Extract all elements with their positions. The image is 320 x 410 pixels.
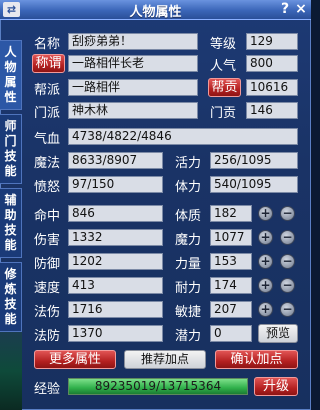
side-decoration xyxy=(0,332,22,410)
magic-power-plus-button[interactable]: + xyxy=(258,230,273,245)
title-bar[interactable]: ⇄ 人物属性 ? × xyxy=(0,0,311,20)
name-field: 刮痧弟弟！ xyxy=(68,33,198,50)
potential-label: 潜力 xyxy=(175,329,202,344)
endurance-field: 174 xyxy=(210,277,252,294)
magic-defense-label: 法防 xyxy=(34,329,61,344)
guild-label: 帮派 xyxy=(34,83,61,98)
speed-label: 速度 xyxy=(34,281,61,296)
mp-field: 8633/8907 xyxy=(68,152,163,169)
upgrade-button[interactable]: 升级 xyxy=(254,377,298,396)
confirm-points-button[interactable]: 确认加点 xyxy=(215,350,298,369)
tab-label: 人物属性 xyxy=(4,45,17,104)
tab-auxiliary-skills[interactable]: 辅助技能 xyxy=(0,188,22,258)
endurance-plus-button[interactable]: + xyxy=(258,278,273,293)
anger-label: 愤怒 xyxy=(34,180,61,195)
name-label: 名称 xyxy=(34,37,61,52)
tab-character-attributes[interactable]: 人物属性 xyxy=(0,40,22,110)
potential-field: 0 xyxy=(210,325,252,342)
contribution-field: 10616 xyxy=(246,79,298,96)
experience-bar: 89235019/13715364 xyxy=(68,378,248,395)
agility-label: 敏捷 xyxy=(175,305,202,320)
tab-label: 师门技能 xyxy=(4,119,17,178)
vitality-label: 活力 xyxy=(175,156,202,171)
stamina-field: 540/1095 xyxy=(210,176,298,193)
title-field: 一路相伴长老 xyxy=(68,55,198,72)
hp-label: 气血 xyxy=(34,132,61,147)
constitution-plus-button[interactable]: + xyxy=(258,206,273,221)
hp-field: 4738/4822/4846 xyxy=(68,128,298,145)
vitality-field: 256/1095 xyxy=(210,152,298,169)
close-button[interactable]: × xyxy=(294,1,308,18)
constitution-label: 体质 xyxy=(175,209,202,224)
strength-label: 力量 xyxy=(175,257,202,272)
hit-field: 846 xyxy=(68,205,163,222)
sect-field: 神木林 xyxy=(68,102,198,119)
window-title: 人物属性 xyxy=(129,5,182,20)
sect-label: 门派 xyxy=(34,106,61,121)
endurance-label: 耐力 xyxy=(175,281,202,296)
level-label: 等级 xyxy=(210,37,237,52)
agility-plus-button[interactable]: + xyxy=(258,302,273,317)
magic-damage-label: 法伤 xyxy=(34,305,61,320)
sect-contribution-field: 146 xyxy=(246,102,298,119)
stamina-label: 体力 xyxy=(175,180,202,195)
sect-contribution-label: 门贡 xyxy=(210,106,237,121)
hit-label: 命中 xyxy=(34,209,61,224)
popularity-field: 800 xyxy=(246,55,298,72)
damage-label: 伤害 xyxy=(34,233,61,248)
constitution-minus-button[interactable]: − xyxy=(280,206,295,221)
damage-field: 1332 xyxy=(68,229,163,246)
strength-minus-button[interactable]: − xyxy=(280,254,295,269)
magic-power-minus-button[interactable]: − xyxy=(280,230,295,245)
agility-field: 207 xyxy=(210,301,252,318)
magic-power-field: 1077 xyxy=(210,229,252,246)
help-button[interactable]: ? xyxy=(278,1,292,18)
constitution-field: 182 xyxy=(210,205,252,222)
magic-damage-field: 1716 xyxy=(68,301,163,318)
tab-cultivation-skills[interactable]: 修炼技能 xyxy=(0,262,22,332)
mp-label: 魔法 xyxy=(34,156,61,171)
magic-power-label: 魔力 xyxy=(175,233,202,248)
tab-label: 修炼技能 xyxy=(4,267,17,326)
agility-minus-button[interactable]: − xyxy=(280,302,295,317)
title-button[interactable]: 称谓 xyxy=(32,54,65,73)
strength-plus-button[interactable]: + xyxy=(258,254,273,269)
guild-field: 一路相伴 xyxy=(68,79,198,96)
tab-label: 辅助技能 xyxy=(4,193,17,252)
defense-label: 防御 xyxy=(34,257,61,272)
tab-sect-skills[interactable]: 师门技能 xyxy=(0,114,22,184)
preview-button[interactable]: 预览 xyxy=(258,324,298,343)
experience-value: 89235019/13715364 xyxy=(94,379,222,393)
experience-label: 经验 xyxy=(34,382,61,397)
defense-field: 1202 xyxy=(68,253,163,270)
speed-field: 413 xyxy=(68,277,163,294)
contribution-button[interactable]: 帮贡 xyxy=(208,78,241,97)
more-attributes-button[interactable]: 更多属性 xyxy=(34,350,116,369)
strength-field: 153 xyxy=(210,253,252,270)
popularity-label: 人气 xyxy=(210,59,237,74)
anger-field: 97/150 xyxy=(68,176,163,193)
level-field: 129 xyxy=(246,33,298,50)
magic-defense-field: 1370 xyxy=(68,325,163,342)
recommend-points-button[interactable]: 推荐加点 xyxy=(124,350,206,369)
endurance-minus-button[interactable]: − xyxy=(280,278,295,293)
